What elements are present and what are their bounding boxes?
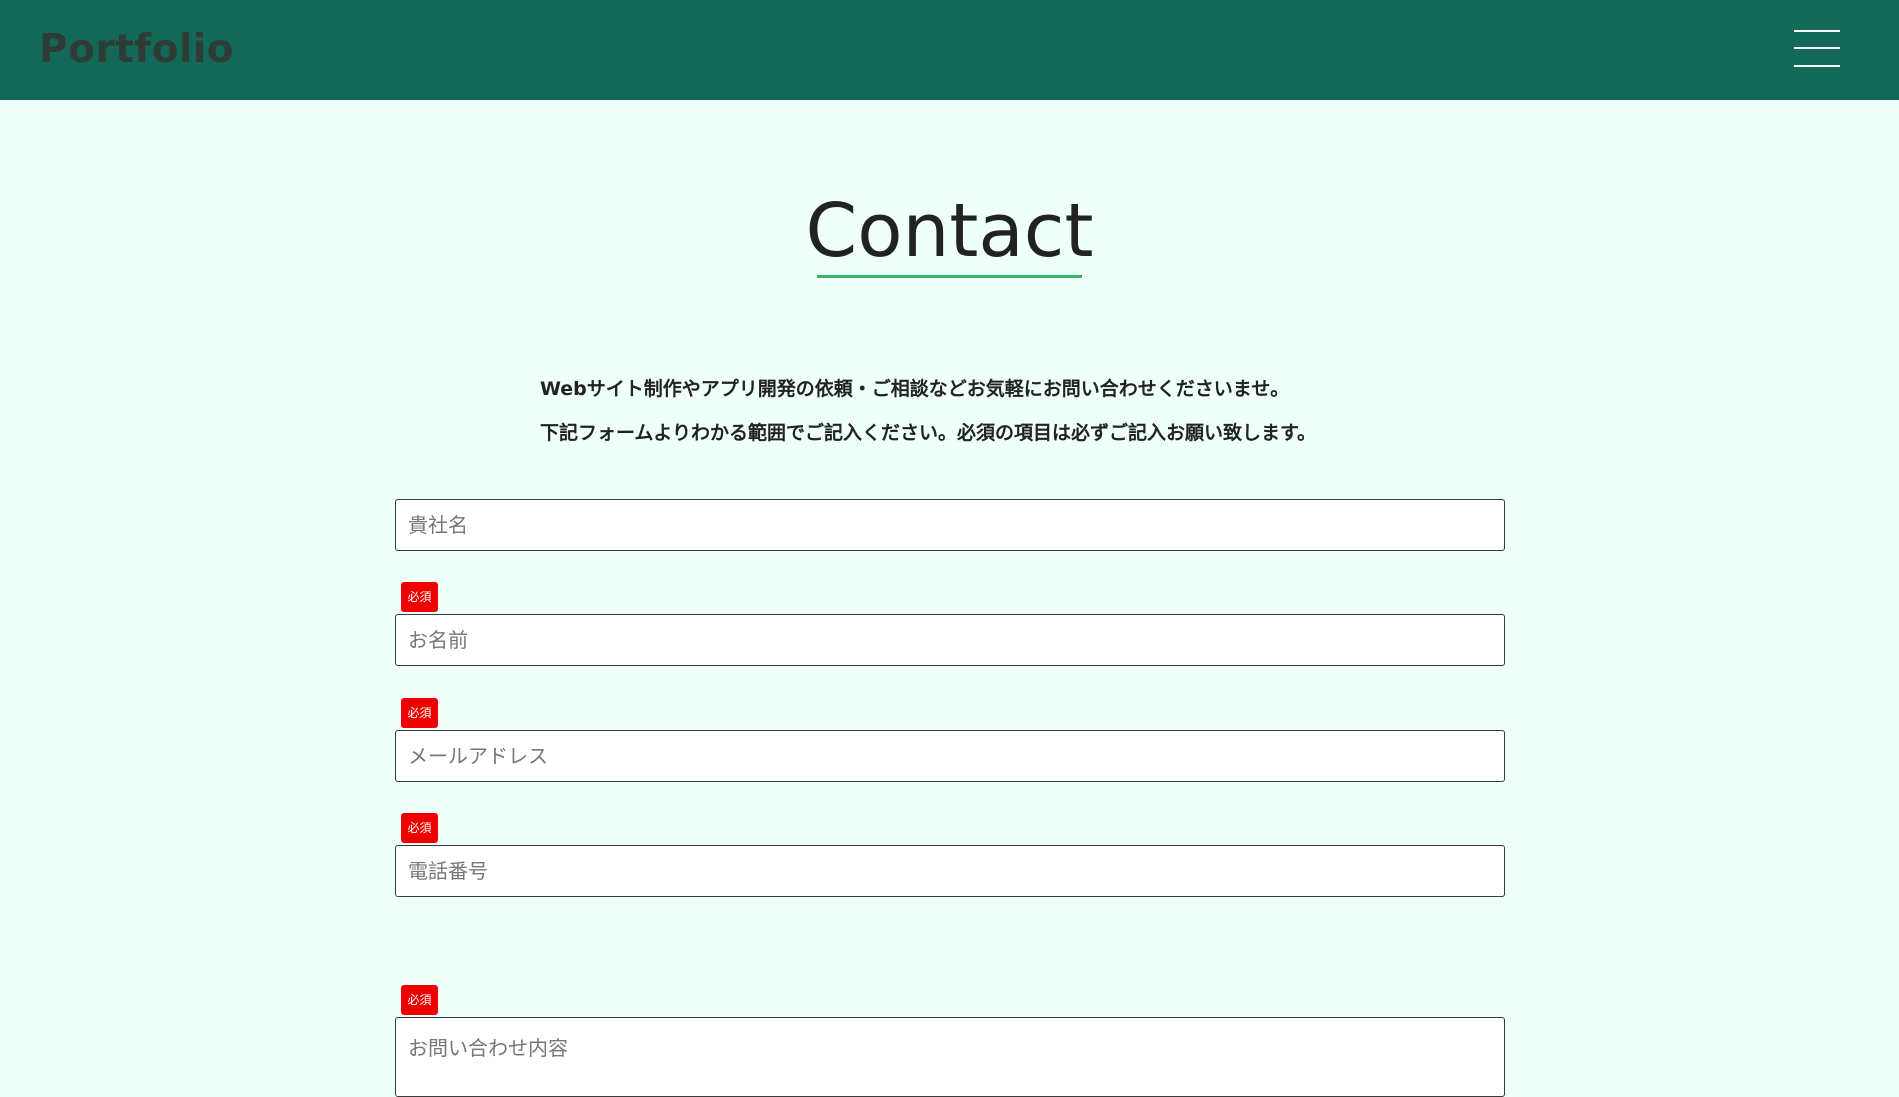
menu-bar-middle [1794,47,1840,49]
name-input[interactable] [395,614,1505,666]
page-title: Contact [805,188,1094,274]
menu-bar-bottom [1794,65,1840,67]
intro-text-1: Webサイト制作やアプリ開発の依頼・ご相談などお気軽にお問い合わせくださいませ。 [540,378,1290,400]
required-badge-message: 必須 [401,985,438,1015]
message-textarea[interactable] [395,1017,1505,1097]
intro-text-2: 下記フォームよりわかる範囲でご記入ください。必須の項目は必ずご記入お願い致します… [540,422,1317,444]
menu-bar-top [1794,30,1840,32]
title-underline [817,275,1082,278]
email-input[interactable] [395,730,1505,782]
required-badge-name: 必須 [401,582,438,612]
company-name-input[interactable] [395,499,1505,551]
site-header: Portfolio [0,0,1899,100]
hamburger-menu-icon[interactable] [1794,28,1842,70]
phone-input[interactable] [395,845,1505,897]
site-logo[interactable]: Portfolio [39,27,234,73]
required-badge-phone: 必須 [401,813,438,843]
required-badge-email: 必須 [401,698,438,728]
